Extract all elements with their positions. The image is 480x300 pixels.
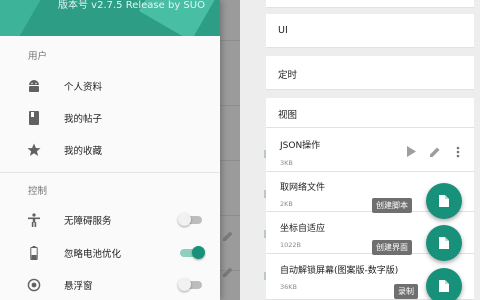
file-icon [439, 237, 449, 249]
edge-marker [264, 150, 266, 158]
version-text: 版本号 v2.7.5 Release by SUO [58, 0, 205, 11]
card-ui-label: UI [278, 25, 288, 36]
script-title: 取网络文件 [280, 183, 326, 193]
script-size: 2KB [280, 200, 293, 208]
menu-item-profile[interactable]: 个人资料 [0, 71, 220, 101]
background-edit-icon [223, 267, 233, 277]
card-view[interactable]: 视图 [266, 98, 474, 128]
fab-label-record[interactable]: 录制 [394, 284, 418, 299]
section-title-user: 用户 [28, 51, 48, 62]
header-decoration [0, 0, 41, 36]
navigation-drawer: 版本号 v2.7.5 Release by SUO 用户 个人资料 我的帖子 我… [0, 0, 220, 300]
floating-window-toggle[interactable] [178, 278, 204, 291]
create-script-button[interactable] [426, 183, 462, 219]
script-size: 36KB [280, 283, 297, 291]
menu-item-label: 无障碍服务 [64, 216, 112, 227]
run-icon[interactable] [406, 146, 416, 157]
fab-label-create-ui[interactable]: 创建界面 [372, 240, 412, 255]
toggle-thumb [178, 278, 191, 291]
menu-item-label: 个人资料 [64, 82, 103, 93]
menu-item-my-posts[interactable]: 我的帖子 [0, 103, 220, 133]
fab-label-create-script[interactable]: 创建脚本 [372, 198, 412, 213]
android-icon [26, 78, 42, 94]
menu-item-battery-optimization[interactable]: 忽略电池优化 [0, 238, 220, 268]
menu-item-label: 忽略电池优化 [64, 249, 122, 260]
drawer-header: 版本号 v2.7.5 Release by SUO [0, 0, 220, 36]
edge-marker [264, 230, 266, 238]
accessibility-toggle[interactable] [178, 213, 204, 226]
section-title-control: 控制 [28, 186, 48, 197]
card-view-label: 视图 [278, 110, 298, 121]
menu-item-accessibility[interactable]: 无障碍服务 [0, 205, 220, 235]
section-divider [0, 172, 220, 173]
toggle-thumb [192, 246, 205, 259]
script-title: JSON操作 [280, 141, 321, 151]
radio-target-icon [26, 277, 42, 293]
menu-item-favorites[interactable]: 我的收藏 [0, 135, 220, 165]
card-timer[interactable]: 定时 [266, 56, 474, 90]
create-ui-button[interactable] [426, 225, 462, 261]
script-row[interactable]: JSON操作 3KB [266, 128, 474, 172]
accessibility-icon [26, 212, 42, 228]
script-size: 3KB [280, 159, 293, 167]
top-card [266, 0, 474, 8]
battery-optimization-toggle[interactable] [180, 246, 205, 259]
record-button[interactable] [426, 268, 462, 300]
menu-item-label: 我的帖子 [64, 114, 103, 125]
menu-item-label: 悬浮窗 [64, 281, 93, 292]
card-timer-label: 定时 [278, 70, 298, 81]
script-title: 坐标自适应 [280, 224, 326, 234]
edit-icon[interactable] [430, 146, 441, 157]
toggle-thumb [178, 213, 191, 226]
script-title: 自动解锁屏幕(图案版-数字版) [280, 266, 399, 276]
file-icon [439, 280, 449, 292]
book-icon [26, 110, 42, 126]
card-ui[interactable]: UI [266, 14, 474, 48]
menu-item-floating-window[interactable]: 悬浮窗 [0, 270, 220, 300]
file-icon [439, 195, 449, 207]
battery-icon [26, 245, 42, 261]
more-icon[interactable] [456, 146, 460, 158]
background-edit-icon [223, 231, 233, 241]
menu-item-label: 我的收藏 [64, 146, 103, 157]
script-size: 1022B [280, 241, 302, 249]
star-icon [26, 142, 42, 158]
edge-marker [264, 272, 266, 280]
edge-marker [264, 190, 266, 198]
